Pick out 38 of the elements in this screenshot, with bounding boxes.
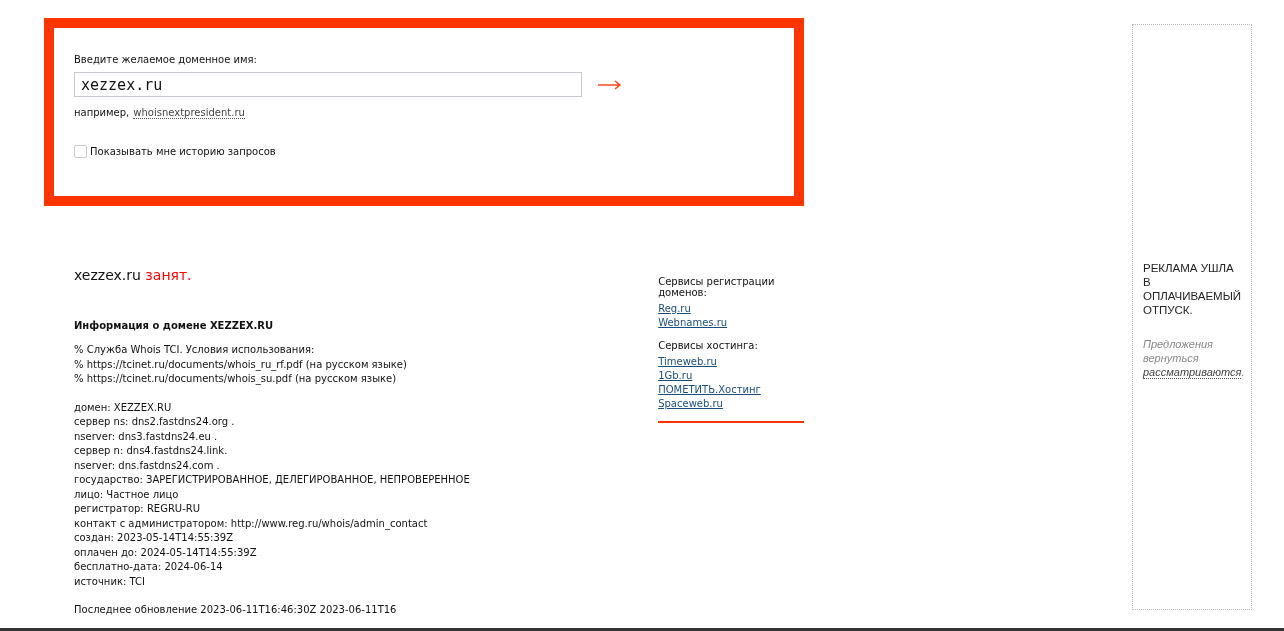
checkbox-label: Показывать мне историю запросов [90,146,276,157]
whois-record-line: лицо: Частное лицо [74,487,180,502]
whois-record-line: сервер n: dns4.fastdns24.link. [74,444,229,458]
service-link[interactable]: ПОМЕТИТЬ.Хостинг [658,384,761,395]
domain-status: занят. [145,267,192,283]
whois-record-line: регистратор: REGRU-RU [74,502,202,516]
right-arrow-icon [598,79,622,90]
history-checkbox[interactable] [74,145,87,158]
example-label: например, [74,107,130,119]
whois-record-line: nserver: dns3.fastdns24.eu . [74,429,219,444]
service-link[interactable]: Spaceweb.ru [658,398,723,409]
whois-record-line: контакт с администратором: http://www.reg.ru/whois/admin_contact [74,516,429,531]
whois-notice-line: % Служба Whois TCI. Условия использования: [74,343,316,357]
service-link[interactable]: Reg.ru [658,303,691,314]
whois-record-line: домен: XEZZEX.RU [74,400,173,415]
whois-notice-line: % https://tcinet.ru/documents/whois_su.pdf (на русском языке) [74,372,398,387]
whois-heading: Информация о домене XEZZEX.RU [74,318,275,333]
whois-record-line: nserver: dns.fastdns24.com . [74,458,221,473]
service-link[interactable]: 1Gb.ru [658,370,693,381]
ad-headline: РЕКЛАМА УШЛА В ОПЛАЧИВАЕМЫЙ ОТПУСК. [1143,261,1241,317]
services-heading: Сервисы регистрации доменов: [658,276,776,298]
whois-record-line: источник: TCI [74,574,146,589]
whois-notice-line: % https://tcinet.ru/documents/whois_ru_rf.pdf (на русском языке) [74,357,408,372]
last-update-text: Последнее обновление 2023-06-11T16:46:30Z 2023-06-11T16 [74,603,398,617]
ad-note: Предложения вернуться рассматриваются. [1143,337,1241,379]
submit-button[interactable] [596,77,624,92]
field-label: Введите желаемое доменное имя: [74,54,258,65]
service-link[interactable]: Timeweb.ru [658,356,717,367]
whois-record-line: государство: ЗАРЕГИСТРИРОВАННОЕ, ДЕЛЕГИРОВАННОЕ, НЕПРОВЕРЕННОЕ [74,473,471,487]
whois-record-line: бесплатно-дата: 2024-06-14 [74,560,224,574]
example-link[interactable]: whoisnextpresident.ru [133,107,245,119]
domain-input-field[interactable]: xezzex.ru [74,72,582,97]
services-heading: Сервисы хостинга: [658,340,759,351]
service-link[interactable]: Webnames.ru [658,317,728,328]
domain-name: xezzex.ru [74,267,141,283]
whois-record-line: сервер ns: dns2.fastdns24.org . [74,415,236,429]
whois-record-line: оплачен до: 2024-05-14T14:55:39Z [74,545,258,560]
whois-record-line: создан: 2023-05-14T14:55:39Z [74,531,235,545]
